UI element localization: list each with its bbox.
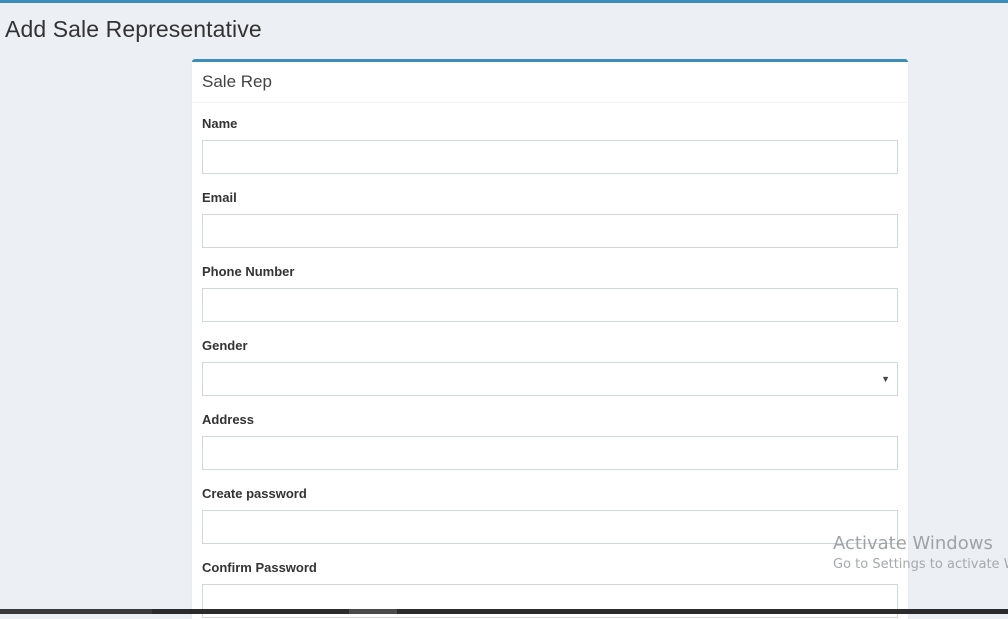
caret-down-icon: ▼ <box>881 374 890 384</box>
box-header: Sale Rep <box>192 62 908 103</box>
activate-windows-watermark: Activate Windows Go to Settings to activ… <box>833 533 1008 575</box>
create-password-input[interactable] <box>202 510 898 544</box>
taskbar-segment <box>0 609 152 614</box>
form-group-gender: Gender ▼ <box>202 336 898 396</box>
page-title: Add Sale Representative <box>5 16 262 42</box>
phone-number-label: Phone Number <box>202 264 295 279</box>
create-password-label: Create password <box>202 486 307 501</box>
address-input[interactable] <box>202 436 898 470</box>
form-group-create-password: Create password <box>202 484 898 544</box>
box-title: Sale Rep <box>202 72 272 91</box>
name-label: Name <box>202 116 238 131</box>
taskbar-strip <box>0 609 1008 614</box>
gender-label: Gender <box>202 338 248 353</box>
taskbar-segment <box>349 609 397 614</box>
name-input[interactable] <box>202 140 898 174</box>
email-label: Email <box>202 190 237 205</box>
gender-select[interactable]: ▼ <box>202 362 898 396</box>
form-group-email: Email <box>202 188 898 248</box>
top-accent-bar <box>0 0 1008 3</box>
address-label: Address <box>202 412 255 427</box>
confirm-password-label: Confirm Password <box>202 560 317 575</box>
sale-rep-form-box: Sale Rep Name Email Phone Number Gender … <box>192 59 908 619</box>
form-group-address: Address <box>202 410 898 470</box>
phone-number-input[interactable] <box>202 288 898 322</box>
watermark-title: Activate Windows <box>833 533 993 554</box>
form-group-name: Name <box>202 114 898 174</box>
email-input[interactable] <box>202 214 898 248</box>
form-group-phone: Phone Number <box>202 262 898 322</box>
watermark-subtitle: Go to Settings to activate Windows. <box>833 557 1008 572</box>
